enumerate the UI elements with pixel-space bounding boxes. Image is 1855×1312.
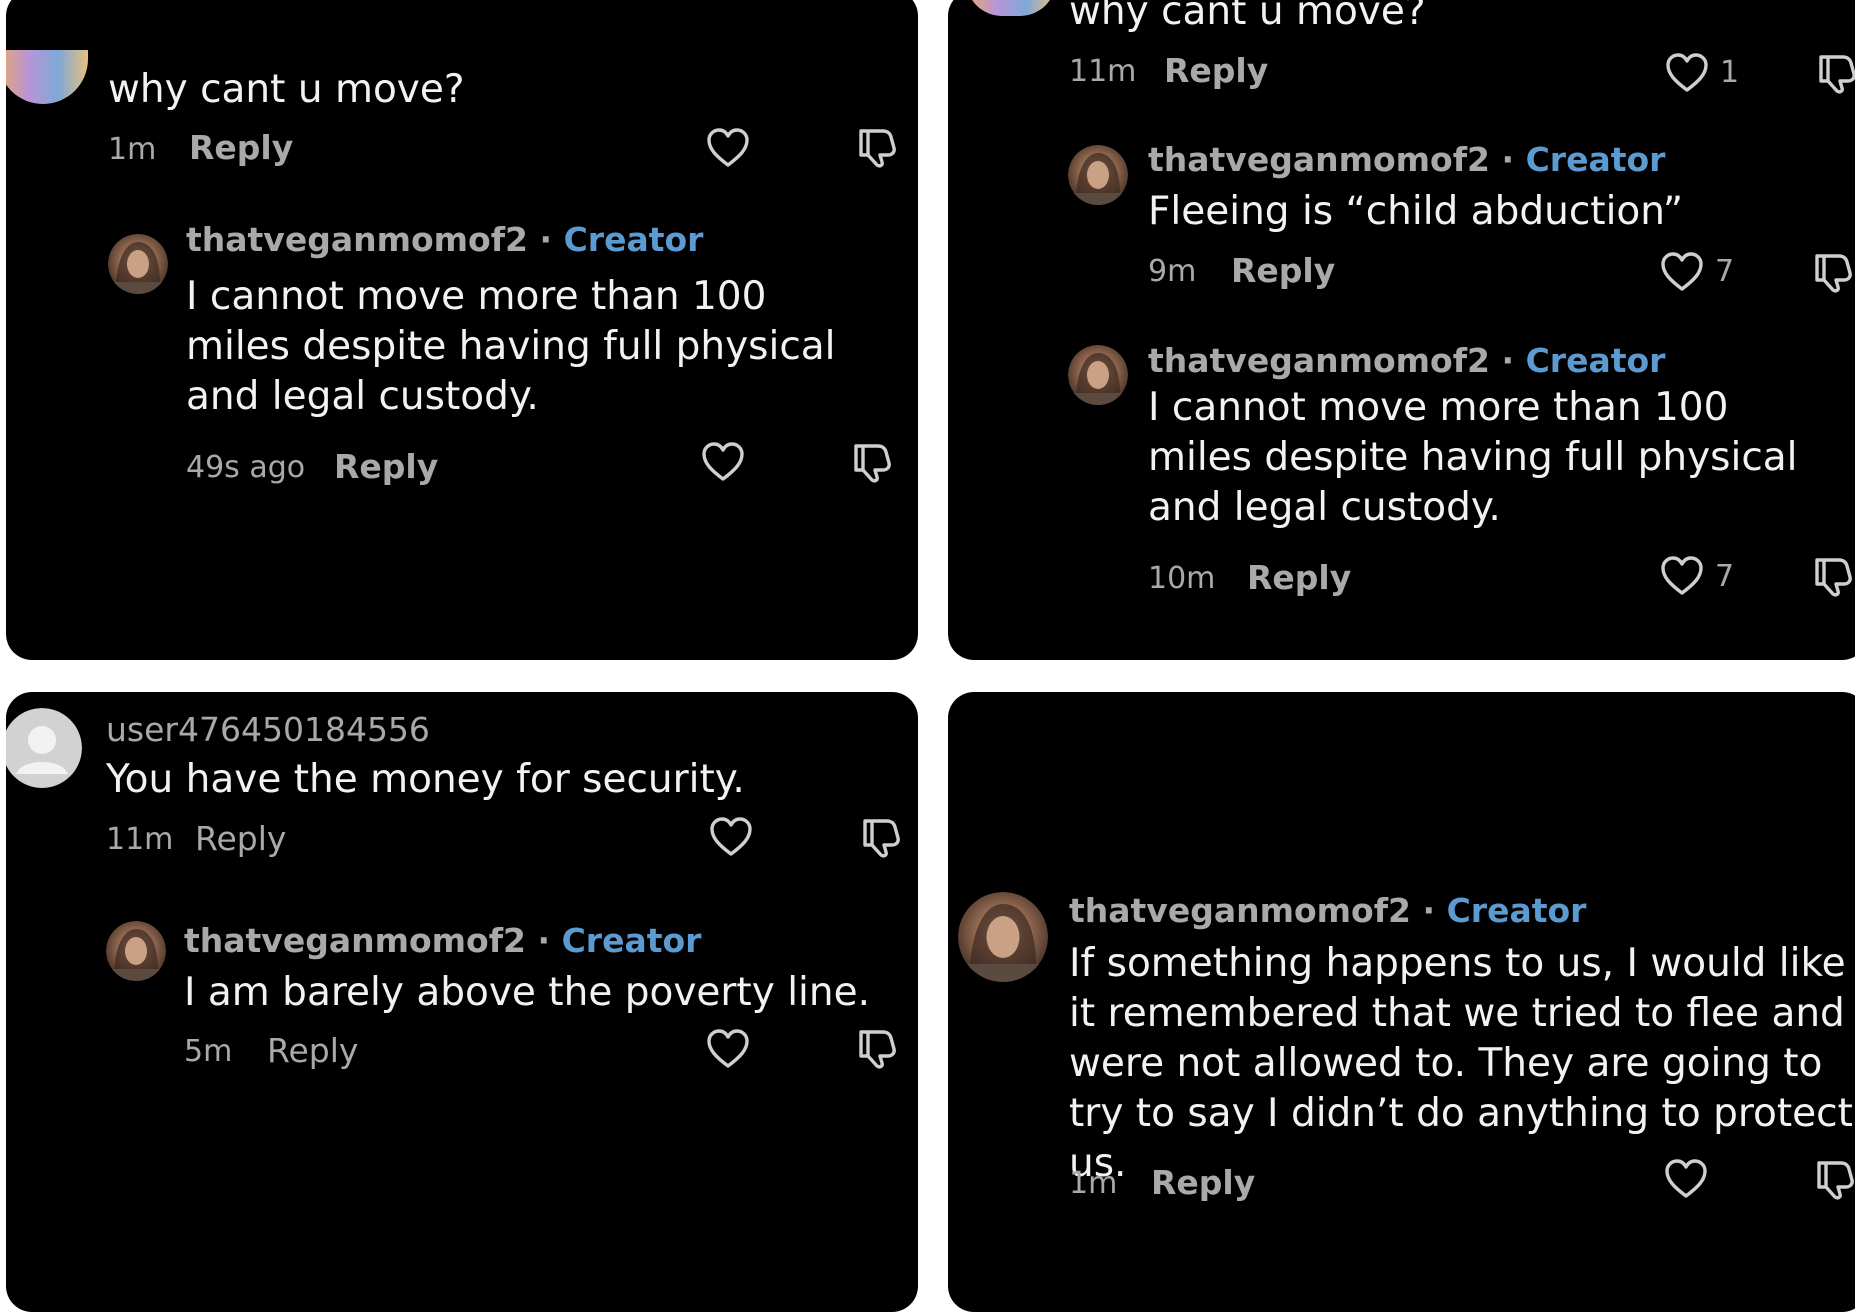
username[interactable]: thatveganmomof2 [1069,891,1411,930]
thumbs-down-outline-icon[interactable] [1812,251,1854,293]
comment-username[interactable]: thatveganmomof2 · Creator [1148,341,1665,380]
creator-badge: Creator [561,921,702,960]
comment-timestamp: 1m [108,132,157,167]
comment-text: why cant u move? [1069,0,1426,34]
creator-badge: Creator [1446,891,1587,930]
heart-outline-icon[interactable] [709,817,753,857]
comment-timestamp: 1m [1069,1166,1118,1201]
comment-panel-bottom-left: user476450184556 You have the money for … [6,692,918,1312]
comment-timestamp: 11m [1069,54,1137,89]
like-count: 7 [1715,559,1735,594]
comment-timestamp: 5m [184,1034,233,1069]
avatar[interactable] [1068,145,1128,205]
heart-outline-icon[interactable] [1665,53,1709,93]
comment-username[interactable]: user476450184556 [106,710,430,749]
heart-outline-icon[interactable] [1664,1159,1708,1199]
creator-badge: Creator [1525,140,1666,179]
reply-button[interactable]: Reply [267,1031,358,1070]
username[interactable]: thatveganmomof2 [186,220,528,259]
comment-panel-bottom-right: thatveganmomof2 · Creator If something h… [948,692,1855,1312]
thumbs-down-outline-icon[interactable] [856,1027,898,1069]
thumbs-down-outline-icon[interactable] [1816,52,1855,94]
thumbs-down-outline-icon[interactable] [856,126,898,168]
comment-text: Fleeing is “child abduction” [1148,189,1684,234]
heart-outline-icon[interactable] [1660,252,1704,292]
comment-panel-top-left: why cant u move? 1m Reply thatveganmomof… [6,0,918,660]
separator: · [1501,140,1515,179]
reply-button[interactable]: Reply [1247,558,1351,597]
heart-outline-icon[interactable] [706,128,750,168]
avatar[interactable] [106,921,166,981]
username[interactable]: thatveganmomof2 [184,921,526,960]
thumbs-down-outline-icon[interactable] [851,441,893,483]
like-count: 1 [1720,55,1740,90]
creator-badge: Creator [1525,341,1666,380]
avatar[interactable] [966,0,1056,16]
reply-button[interactable]: Reply [334,447,438,486]
comment-text: why cant u move? [108,67,465,112]
comment-text: I cannot move more than 100 miles despit… [1148,385,1798,530]
creator-badge: Creator [563,220,704,259]
comment-timestamp: 9m [1148,254,1197,289]
comment-text: If something happens to us, I would like… [1069,941,1853,1186]
comment-text: You have the money for security. [106,757,745,802]
comment-panel-top-right: why cant u move? 11m Reply 1 thatveganmo… [948,0,1855,660]
comment-text: I cannot move more than 100 miles despit… [186,274,836,419]
separator: · [537,921,551,960]
comment-timestamp: 10m [1148,561,1216,596]
username[interactable]: thatveganmomof2 [1148,140,1490,179]
separator: · [539,220,553,259]
comment-username[interactable]: thatveganmomof2 · Creator [184,921,701,960]
thumbs-down-outline-icon[interactable] [860,816,902,858]
like-count: 7 [1715,254,1735,289]
reply-button[interactable]: Reply [1231,251,1335,290]
username[interactable]: thatveganmomof2 [1148,341,1490,380]
comment-username[interactable]: thatveganmomof2 · Creator [186,220,703,259]
default-user-avatar-icon[interactable] [6,708,82,788]
comment-text: I am barely above the poverty line. [184,970,870,1015]
avatar[interactable] [1068,345,1128,405]
reply-button[interactable]: Reply [1151,1163,1255,1202]
comment-username[interactable]: thatveganmomof2 · Creator [1148,140,1665,179]
comment-timestamp: 49s ago [186,450,306,485]
comment-timestamp: 11m [106,822,174,857]
avatar[interactable] [958,892,1048,982]
reply-button[interactable]: Reply [195,819,286,858]
comment-username[interactable]: thatveganmomof2 · Creator [1069,891,1586,930]
thumbs-down-outline-icon[interactable] [1814,1158,1855,1200]
avatar[interactable] [108,234,168,294]
separator: · [1501,341,1515,380]
avatar[interactable] [6,50,88,104]
thumbs-down-outline-icon[interactable] [1812,555,1854,597]
heart-outline-icon[interactable] [1660,556,1704,596]
separator: · [1422,891,1436,930]
heart-outline-icon[interactable] [701,442,745,482]
reply-button[interactable]: Reply [1164,51,1268,90]
heart-outline-icon[interactable] [706,1029,750,1069]
reply-button[interactable]: Reply [189,128,293,167]
